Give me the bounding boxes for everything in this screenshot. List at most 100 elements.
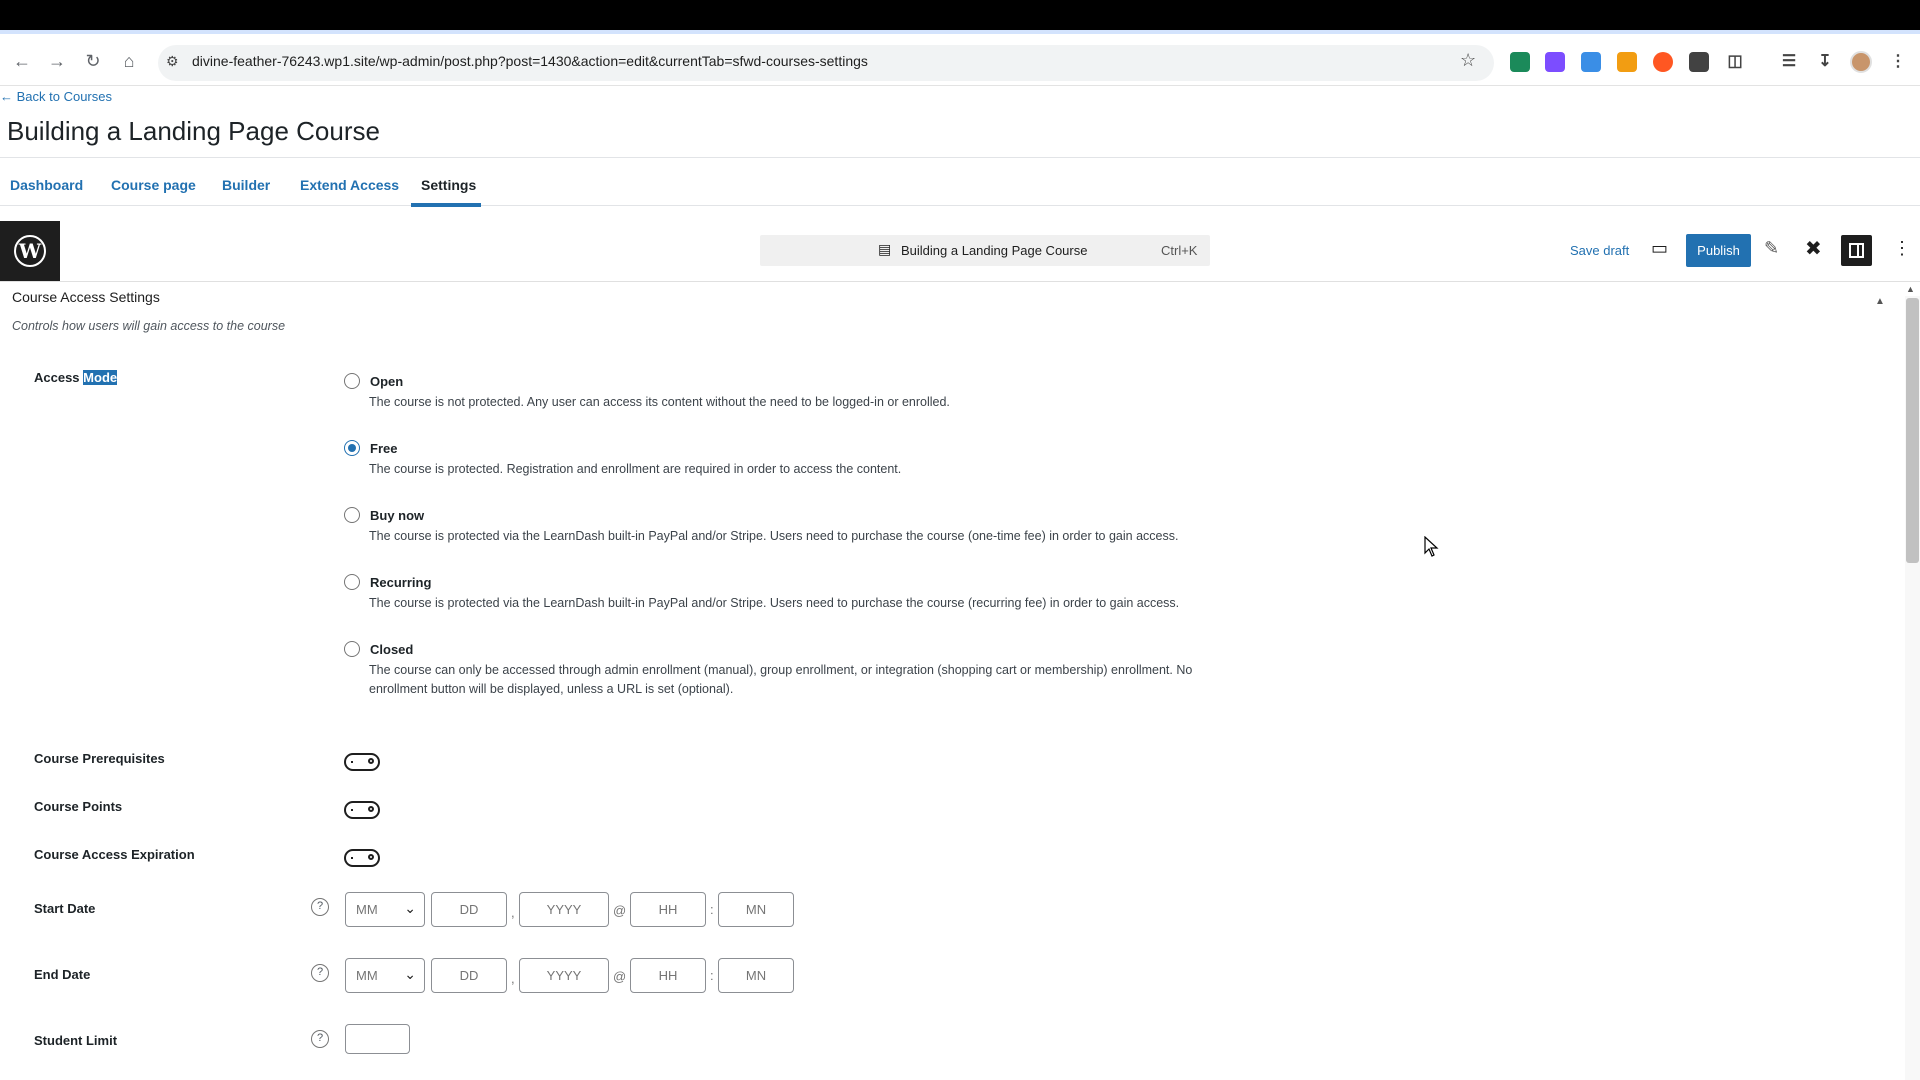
options-menu-icon[interactable]: ⋮ (1893, 238, 1911, 259)
option-open-description: The course is not protected. Any user ca… (369, 395, 950, 409)
start-date-label: Start Date (34, 901, 96, 916)
end-minute-input[interactable]: MN (718, 958, 794, 993)
browser-tab-strip (0, 0, 1920, 32)
section-title: Course Access Settings (12, 289, 160, 305)
edit-tools-icon[interactable]: ✎ (1764, 238, 1779, 259)
option-closed-description: The course can only be accessed through … (369, 663, 1193, 696)
student-limit-label: Student Limit (34, 1033, 118, 1048)
reload-icon[interactable]: ↻ (82, 50, 104, 72)
end-day-input[interactable]: DD (431, 958, 507, 993)
date-comma-separator: , (511, 905, 515, 920)
chevron-down-icon: ⌄ (404, 966, 416, 982)
extension-reddit-icon[interactable] (1653, 52, 1673, 72)
start-day-input[interactable]: DD (431, 892, 507, 927)
student-limit-input[interactable] (345, 1024, 410, 1054)
time-colon-separator: : (710, 968, 714, 983)
access-mode-label: Access Mode (34, 370, 118, 385)
active-tab-underline (411, 203, 481, 207)
option-closed-title[interactable]: Closed (370, 642, 413, 657)
extension-amazon-icon[interactable] (1617, 52, 1637, 72)
extensions-puzzle-icon[interactable]: ◫ (1725, 52, 1745, 72)
start-month-select[interactable]: MM ⌄ (345, 892, 425, 927)
end-date-help-icon[interactable]: ? (311, 964, 329, 982)
wordpress-mark-icon: W (14, 235, 46, 267)
section-description: Controls how users will gain access to t… (12, 319, 286, 333)
end-year-input[interactable]: YYYY (519, 958, 609, 993)
extension-green-icon[interactable] (1510, 52, 1530, 72)
extension-blue-icon[interactable] (1581, 52, 1601, 72)
course-points-label: Course Points (34, 799, 123, 814)
browser-menu-icon[interactable]: ⋮ (1888, 52, 1908, 72)
extension-m-icon[interactable] (1689, 52, 1709, 72)
mouse-cursor-icon (1424, 536, 1439, 557)
page-title: Building a Landing Page Course (7, 116, 380, 146)
time-colon-separator: : (710, 902, 714, 917)
editor-divider (0, 281, 1920, 282)
tab-course-page[interactable]: Course page (111, 177, 196, 193)
access-mode-label-prefix: Access (34, 370, 80, 385)
wordpress-logo-icon[interactable]: W (0, 221, 60, 281)
course-prerequisites-toggle[interactable] (344, 753, 380, 771)
start-month-value: MM (356, 902, 378, 917)
radio-free[interactable] (344, 440, 360, 456)
date-at-separator: @ (613, 903, 627, 918)
document-icon: ▤ (878, 241, 892, 257)
tab-extend-access[interactable]: Extend Access (300, 177, 399, 193)
end-date-label: End Date (34, 967, 91, 982)
start-hour-input[interactable]: HH (630, 892, 706, 927)
start-year-input[interactable]: YYYY (519, 892, 609, 927)
settings-sidebar-toggle-icon[interactable] (1841, 235, 1872, 266)
end-month-value: MM (356, 968, 378, 983)
option-free-title[interactable]: Free (370, 441, 397, 456)
radio-open[interactable] (344, 373, 360, 389)
tab-settings[interactable]: Settings (421, 177, 476, 193)
course-access-expiration-label: Course Access Expiration (34, 847, 195, 862)
radio-recurring[interactable] (344, 574, 360, 590)
command-bar-title: Building a Landing Page Course (901, 243, 1088, 258)
option-recurring-description: The course is protected via the LearnDas… (369, 596, 1180, 610)
scroll-up-icon[interactable]: ▲ (1906, 284, 1915, 294)
tabs-divider (0, 205, 1920, 206)
save-draft-button[interactable]: Save draft (1570, 243, 1629, 258)
bookmark-star-icon[interactable]: ☆ (1460, 50, 1476, 71)
publish-button[interactable]: Publish (1686, 234, 1751, 267)
home-icon[interactable]: ⌂ (118, 50, 140, 72)
option-open-title[interactable]: Open (370, 374, 403, 389)
option-buy-now-title[interactable]: Buy now (370, 508, 424, 523)
header-divider (0, 157, 1920, 158)
extension-purple-icon[interactable] (1545, 52, 1565, 72)
option-buy-now-description: The course is protected via the LearnDas… (369, 529, 1179, 543)
date-at-separator: @ (613, 969, 627, 984)
profile-avatar[interactable] (1850, 51, 1872, 73)
radio-buy-now[interactable] (344, 507, 360, 523)
student-limit-help-icon[interactable]: ? (311, 1030, 329, 1048)
site-info-icon[interactable]: ⚙ (166, 53, 179, 70)
tab-builder[interactable]: Builder (222, 177, 270, 193)
media-control-icon[interactable]: ☰ (1779, 52, 1799, 72)
learndash-icon[interactable]: ✖ (1805, 236, 1822, 261)
collapse-arrow-icon[interactable]: ▲ (1875, 296, 1885, 307)
svg-text:W: W (18, 239, 42, 263)
forward-arrow-icon[interactable]: → (46, 50, 68, 72)
course-points-toggle[interactable] (344, 801, 380, 819)
chevron-down-icon: ⌄ (404, 900, 416, 916)
start-minute-input[interactable]: MN (718, 892, 794, 927)
option-free-description: The course is protected. Registration an… (369, 462, 902, 476)
end-month-select[interactable]: MM ⌄ (345, 958, 425, 993)
course-access-expiration-toggle[interactable] (344, 849, 380, 867)
scrollbar-thumb[interactable] (1906, 298, 1919, 563)
start-date-help-icon[interactable]: ? (311, 898, 329, 916)
back-arrow-icon[interactable]: ← (11, 50, 33, 72)
preview-device-icon[interactable]: ▭ (1651, 238, 1668, 259)
radio-closed[interactable] (344, 641, 360, 657)
end-hour-input[interactable]: HH (630, 958, 706, 993)
downloads-icon[interactable]: ↧ (1815, 52, 1835, 72)
tab-dashboard[interactable]: Dashboard (10, 177, 83, 193)
command-bar-shortcut: Ctrl+K (1161, 243, 1198, 258)
date-comma-separator: , (511, 971, 515, 986)
access-mode-label-selected-text: Mode (83, 370, 118, 385)
course-prerequisites-label: Course Prerequisites (34, 751, 165, 766)
back-to-courses-link[interactable]: ← Back to Courses (0, 89, 112, 104)
url-text[interactable]: divine-feather-76243.wp1.site/wp-admin/p… (192, 53, 868, 69)
option-recurring-title[interactable]: Recurring (370, 575, 431, 590)
